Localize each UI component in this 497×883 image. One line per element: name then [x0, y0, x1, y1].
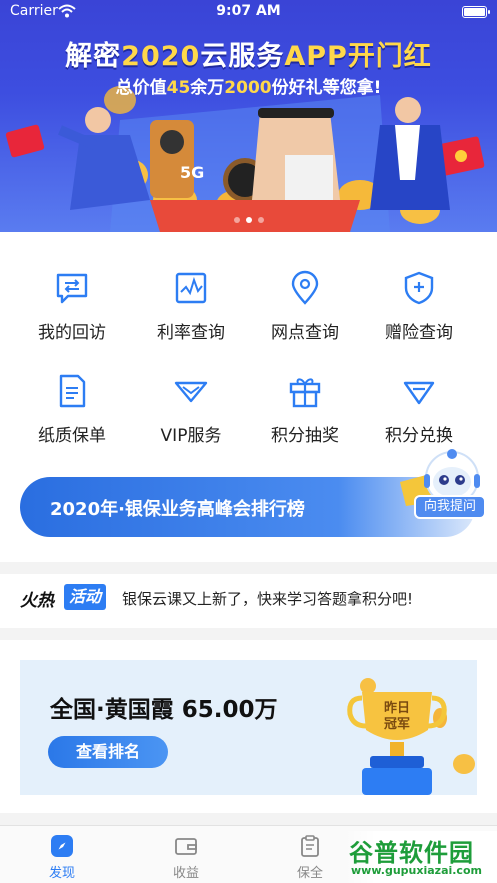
location-pin-icon: [291, 270, 319, 305]
feature-gift-insurance-query[interactable]: 赠险查询: [357, 232, 481, 343]
carousel-dot-active[interactable]: [245, 217, 252, 223]
clock: 9:07 AM: [216, 3, 281, 19]
activity-ticker[interactable]: 火热 活动 银保云课又上新了，快来学习答题拿积分吧!: [0, 574, 497, 620]
trophy-text-line1: 昨日: [384, 700, 410, 716]
feature-rate-query[interactable]: 利率查询: [129, 232, 253, 343]
feature-label: VIP服务: [160, 426, 222, 446]
feature-branch-query[interactable]: 网点查询: [243, 232, 367, 343]
promo-banner[interactable]: 5G 解密2020云服务APP开门红 总价值45余万2000份好礼等您拿!: [0, 0, 497, 232]
wallet-icon: [175, 838, 197, 855]
watermark-url: www.gupuxiazai.com: [351, 864, 482, 877]
status-bar: Carrier 9:07 AM: [0, 0, 497, 24]
feature-label: 纸质保单: [38, 426, 106, 446]
activity-tag: 活动: [64, 584, 107, 610]
watermark-title: 谷普软件园: [349, 839, 474, 867]
5g-mark: 5G: [180, 163, 204, 182]
shield-plus-icon: [404, 271, 434, 305]
carousel-dot[interactable]: [257, 217, 264, 223]
banner-headline: 解密2020云服务APP开门红: [65, 41, 432, 72]
feature-label: 积分抽奖: [271, 426, 339, 446]
tab-earnings[interactable]: 收益: [124, 826, 248, 883]
carousel-dots[interactable]: [0, 208, 497, 227]
discover-icon: [51, 835, 73, 857]
trophy-text-line2: 冠军: [384, 717, 410, 732]
tab-discover[interactable]: 发现: [0, 826, 124, 883]
clipboard-icon: [301, 835, 319, 857]
red-envelope-left: [5, 124, 45, 158]
vip-diamond-icon: [174, 381, 208, 403]
view-ranking-button[interactable]: 查看排名: [48, 736, 168, 768]
exchange-diamond-icon: [403, 381, 435, 405]
rate-chart-icon: [175, 272, 207, 304]
feature-points-exchange[interactable]: 积分兑换: [357, 335, 481, 446]
feature-label: 积分兑换: [385, 426, 453, 446]
tab-label: 收益: [172, 866, 199, 881]
carousel-dot[interactable]: [233, 217, 240, 223]
document-icon: [59, 374, 86, 408]
callback-icon: [56, 273, 88, 304]
champion-card[interactable]: 全国·黄国霞 65.00万 查看排名 昨日 冠军: [20, 660, 477, 795]
champion-winner: 全国·黄国霞 65.00万: [50, 697, 278, 723]
gift-icon: [289, 378, 321, 408]
hot-tag: 火热: [20, 591, 54, 611]
feature-paper-policy[interactable]: 纸质保单: [10, 335, 134, 446]
feature-my-callback[interactable]: 我的回访: [10, 232, 134, 343]
ticker-text[interactable]: 银保云课又上新了，快来学习答题拿积分吧!: [122, 588, 413, 609]
ask-me-button[interactable]: 向我提问: [414, 495, 486, 519]
section-divider: [0, 628, 497, 640]
tab-label: 发现: [48, 866, 75, 881]
battery-icon: [462, 6, 490, 18]
feature-grid: 我的回访 利率查询 网点查询 赠险查询 纸质保单 VIP服务 积分抽奖 积分兑换: [0, 232, 497, 462]
watermark: 谷普软件园 www.gupuxiazai.com: [345, 831, 497, 883]
trophy-icon: 昨日 冠军: [347, 678, 475, 795]
section-divider: [0, 562, 497, 574]
ranking-banner-title: 2020年·银保业务高峰会排行榜: [50, 499, 305, 520]
feature-points-lottery[interactable]: 积分抽奖: [243, 335, 367, 446]
section-divider: [0, 813, 497, 825]
banner-subline: 总价值45余万2000份好礼等您拿!: [115, 78, 382, 98]
feature-vip-service[interactable]: VIP服务: [129, 335, 253, 446]
